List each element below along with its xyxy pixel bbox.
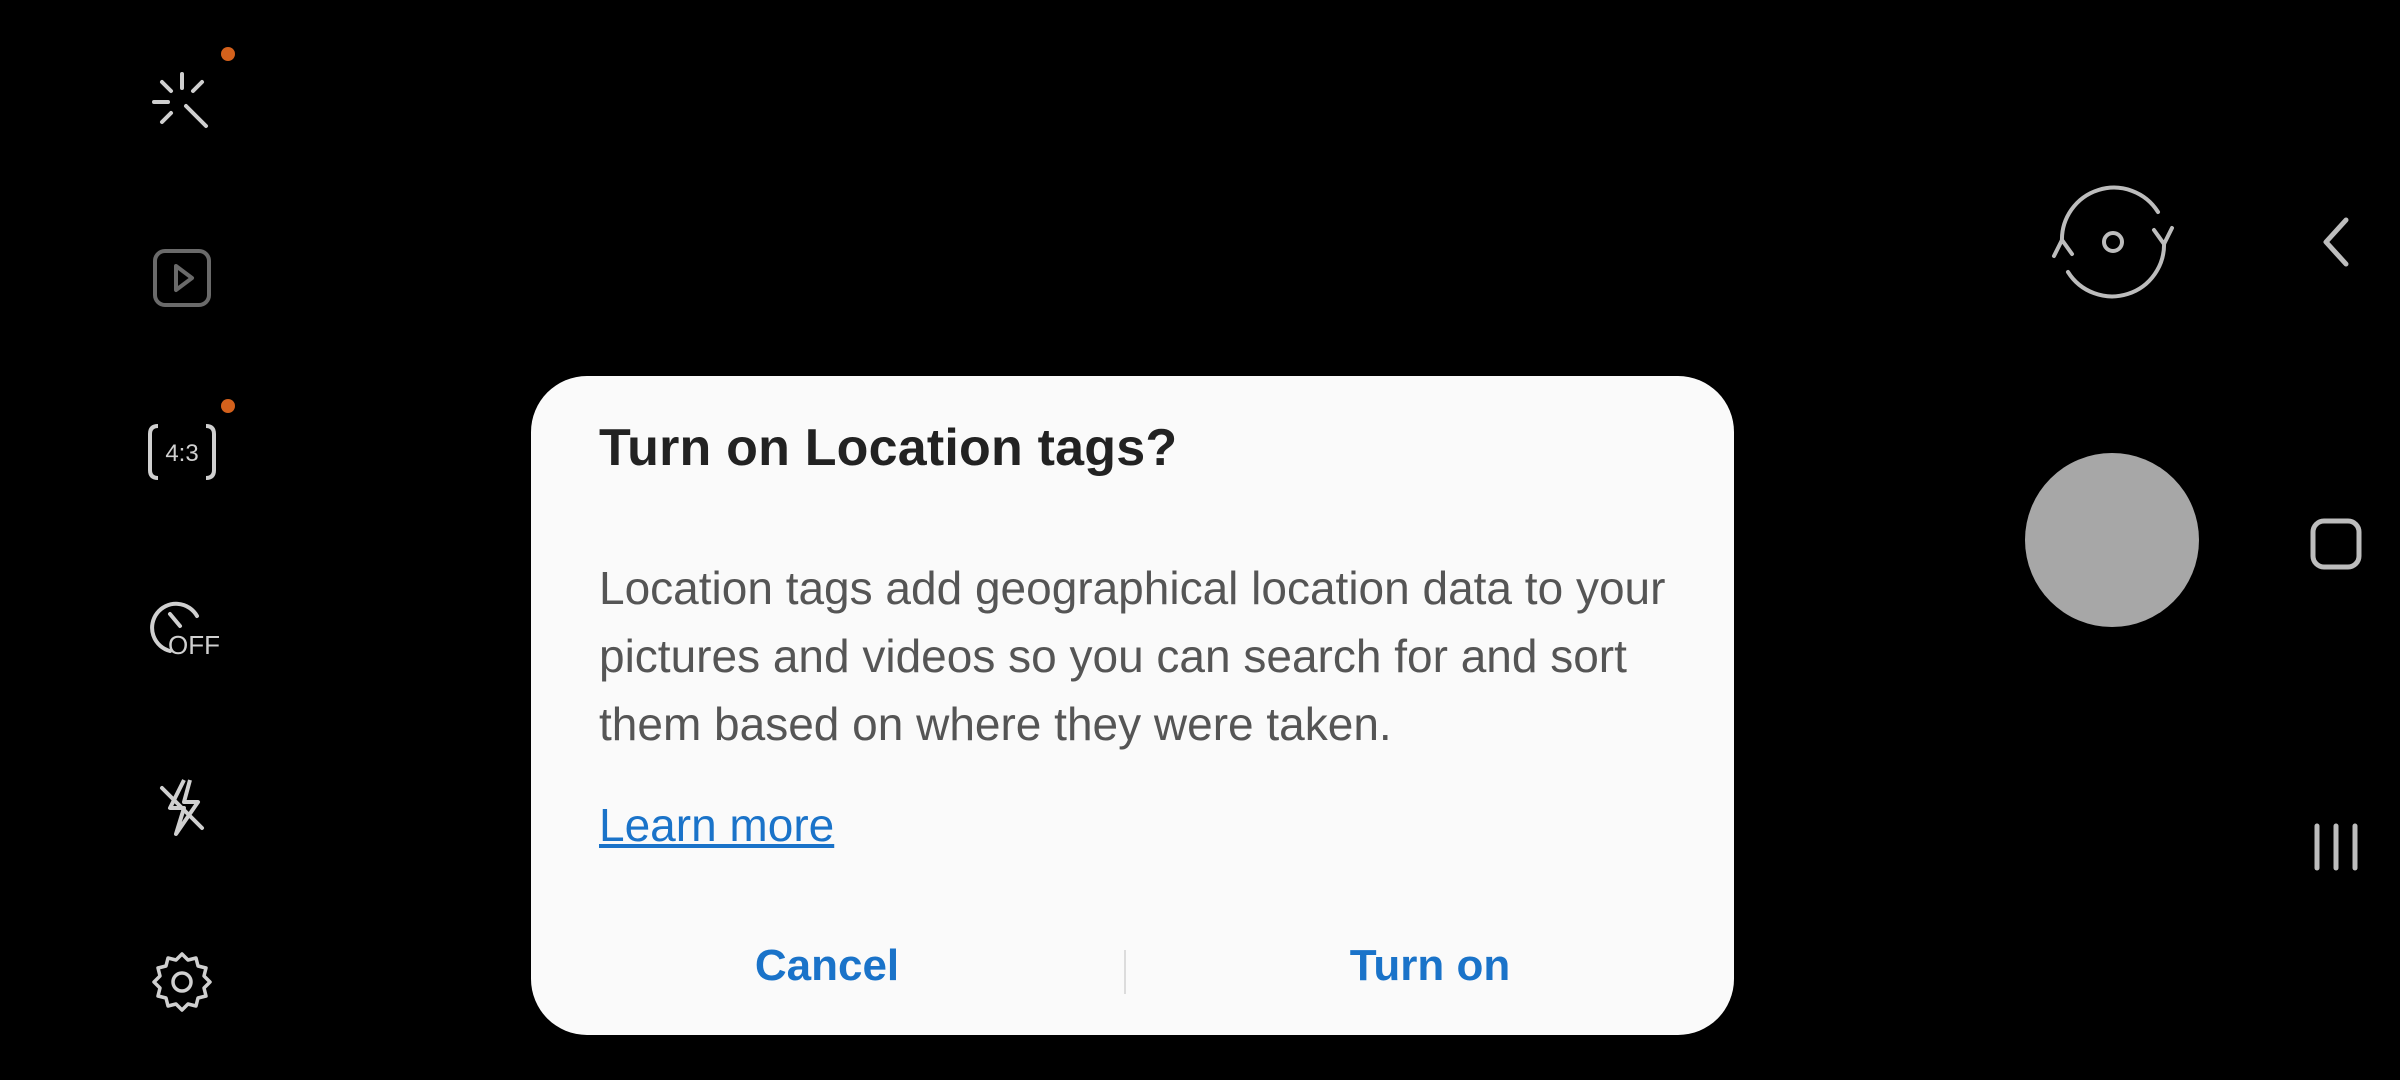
aspect-ratio-icon[interactable]: 4:3 <box>140 410 224 494</box>
location-tags-dialog: Turn on Location tags? Location tags add… <box>531 376 1734 1035</box>
effects-badge <box>221 47 235 61</box>
turn-on-button[interactable]: Turn on <box>1126 921 1734 1011</box>
home-icon[interactable] <box>2310 518 2362 570</box>
cancel-button[interactable]: Cancel <box>531 921 1123 1011</box>
effects-icon[interactable] <box>140 60 224 144</box>
settings-icon[interactable] <box>140 940 224 1024</box>
aspect-ratio-label: 4:3 <box>165 440 198 467</box>
back-icon[interactable] <box>2316 214 2356 270</box>
timer-label: OFF <box>168 630 220 660</box>
recents-icon[interactable] <box>2311 822 2361 872</box>
motion-photo-icon[interactable] <box>140 236 224 320</box>
dialog-body: Location tags add geographical location … <box>599 562 1666 750</box>
timer-icon[interactable]: OFF <box>140 594 224 678</box>
aspect-ratio-badge <box>221 399 235 413</box>
learn-more-link[interactable]: Learn more <box>599 798 834 852</box>
shutter-button[interactable] <box>2025 453 2199 627</box>
dialog-title: Turn on Location tags? <box>599 419 1178 477</box>
flash-off-icon[interactable] <box>140 764 224 848</box>
switch-camera-icon[interactable] <box>2040 180 2186 306</box>
